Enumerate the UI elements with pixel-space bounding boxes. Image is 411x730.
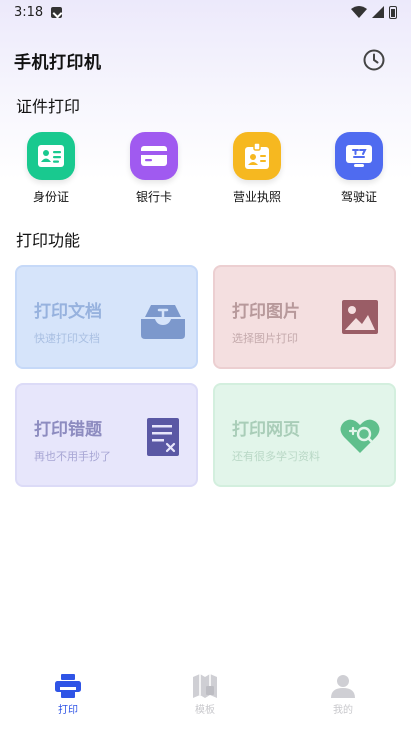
tab-label: 打印 [58, 705, 78, 716]
id-item-label: 身份证 [32, 190, 69, 204]
id-item-business-license[interactable]: 营业执照 [217, 132, 297, 205]
driver-license-tile[interactable] [335, 132, 383, 180]
id-item-bank-card[interactable]: 银行卡 [114, 132, 194, 205]
status-bar: 3:18 [0, 0, 411, 24]
document-tray-icon [141, 305, 185, 339]
tab-template[interactable]: 模板 [175, 674, 235, 716]
wrong-question-icon [147, 418, 179, 456]
license-icon [245, 143, 269, 169]
tab-label: 模板 [195, 705, 215, 716]
image-icon [342, 300, 378, 334]
tab-print[interactable]: 打印 [38, 674, 98, 716]
id-item-label: 银行卡 [135, 190, 172, 204]
bottom-nav: 打印 模板 我的 [0, 666, 411, 730]
clock-icon[interactable] [362, 48, 386, 72]
print-image-card[interactable]: 打印图片 选择图片打印 [213, 265, 396, 369]
printer-icon [55, 674, 81, 698]
license-tile[interactable] [233, 132, 281, 180]
id-card-icon [38, 145, 64, 167]
id-item-driver-license[interactable]: 驾驶证 [319, 132, 399, 205]
id-item-label: 营业执照 [232, 190, 281, 204]
print-webpage-card[interactable]: 打印网页 还有很多学习资料 [213, 383, 396, 487]
bank-card-tile[interactable] [130, 132, 178, 180]
id-item-id-card[interactable]: 身份证 [11, 132, 91, 205]
print-wrong-question-card[interactable]: 打印错题 再也不用手抄了 [15, 383, 198, 487]
wifi-icon [351, 6, 367, 18]
battery-icon [389, 5, 397, 19]
template-icon [193, 674, 217, 698]
section-title-print-functions: 打印功能 [16, 231, 81, 250]
notification-icon [51, 6, 63, 18]
driver-license-icon [346, 145, 372, 167]
id-card-tile[interactable] [27, 132, 75, 180]
id-item-label: 驾驶证 [340, 190, 377, 204]
web-search-icon [340, 419, 380, 453]
tab-label: 我的 [333, 705, 353, 716]
print-document-card[interactable]: 打印文档 快速打印文档 [15, 265, 198, 369]
profile-icon [331, 675, 355, 698]
id-print-row: 身份证 银行卡 营业执照 驾驶证 [0, 132, 411, 207]
bank-card-icon [141, 146, 167, 166]
app-title: 手机打印机 [14, 53, 102, 73]
tab-profile[interactable]: 我的 [313, 674, 373, 716]
status-time: 3:18 [14, 4, 44, 20]
signal-icon [372, 6, 384, 18]
section-title-id-print: 证件打印 [16, 97, 81, 116]
